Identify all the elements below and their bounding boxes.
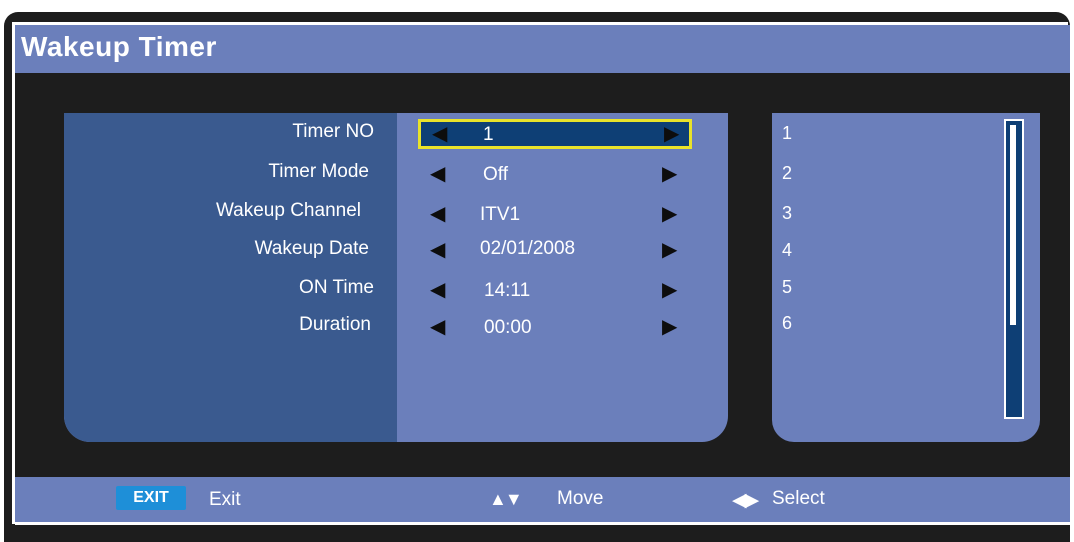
on-time-right-arrow-icon[interactable]: ▶ [662, 280, 677, 300]
wakeup-date-label: Wakeup Date [254, 238, 369, 259]
settings-panel [64, 113, 728, 442]
select-arrows-icon: ◀▶ [732, 490, 759, 511]
wakeup-channel-left-arrow-icon[interactable]: ◀ [430, 204, 445, 224]
duration-value[interactable]: 00:00 [484, 317, 734, 339]
scrollbar-thumb[interactable] [1010, 125, 1016, 325]
timer-mode-left-arrow-icon[interactable]: ◀ [430, 164, 445, 184]
duration-right-arrow-icon[interactable]: ▶ [662, 317, 677, 337]
timer-no-label: Timer NO [292, 121, 374, 142]
duration-left-arrow-icon[interactable]: ◀ [430, 317, 445, 337]
timer-no-left-arrow-icon[interactable]: ◀ [432, 124, 447, 144]
footer-bottom-border [15, 522, 1070, 525]
timer-mode-value[interactable]: Off [483, 164, 733, 186]
move-arrows-icon: ▲▼ [489, 489, 523, 509]
on-time-label: ON Time [299, 277, 374, 298]
timer-list-item-3[interactable]: 3 [782, 203, 792, 224]
select-hint-label: Select [772, 488, 825, 509]
wakeup-date-right-arrow-icon[interactable]: ▶ [662, 240, 677, 260]
wakeup-channel-label: Wakeup Channel [215, 200, 361, 221]
wakeup-channel-right-arrow-icon[interactable]: ▶ [662, 204, 677, 224]
exit-hint-label: Exit [209, 489, 241, 510]
timer-list-item-2[interactable]: 2 [782, 163, 792, 184]
timer-no-right-arrow-icon[interactable]: ▶ [664, 124, 679, 144]
timer-mode-label: Timer Mode [268, 161, 369, 182]
page-title: Wakeup Timer [21, 31, 217, 62]
timer-list-item-4[interactable]: 4 [782, 240, 792, 261]
wakeup-channel-value[interactable]: ITV1 [480, 204, 730, 226]
timer-no-value[interactable]: 1 [483, 124, 733, 146]
footer-help-bar: EXIT Exit ▲▼ Move ◀▶ Select [15, 477, 1070, 522]
timer-mode-right-arrow-icon[interactable]: ▶ [662, 164, 677, 184]
timer-list-item-5[interactable]: 5 [782, 277, 792, 298]
on-time-value[interactable]: 14:11 [484, 280, 734, 302]
wakeup-date-value[interactable]: 02/01/2008 [480, 238, 730, 260]
duration-label: Duration [299, 314, 371, 335]
on-time-left-arrow-icon[interactable]: ◀ [430, 280, 445, 300]
title-bar: Wakeup Timer [15, 25, 1070, 73]
timer-list-item-1[interactable]: 1 [782, 123, 792, 144]
move-hint-label: Move [557, 488, 604, 509]
timer-list-item-6[interactable]: 6 [782, 313, 792, 334]
timer-list-scrollbar[interactable] [1004, 119, 1024, 419]
wakeup-date-left-arrow-icon[interactable]: ◀ [430, 240, 445, 260]
exit-button[interactable]: EXIT [116, 486, 186, 510]
timer-list-panel: 1 2 3 4 5 6 [772, 113, 1040, 442]
